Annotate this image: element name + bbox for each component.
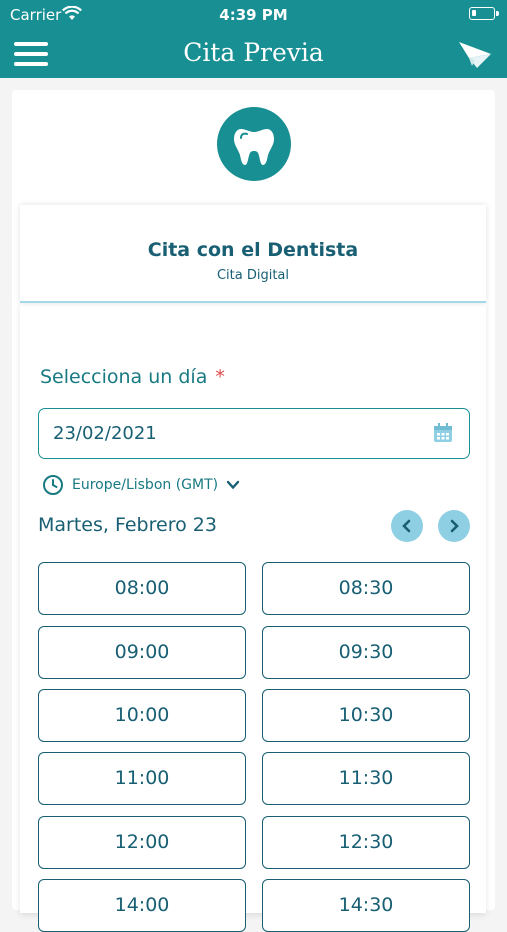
appointment-card: Cita con el Dentista Cita Digital Selecc…	[12, 90, 495, 932]
service-title: Cita con el Dentista	[147, 239, 359, 261]
clock-icon	[43, 475, 63, 495]
time-slot-button[interactable]: 09:30	[262, 626, 470, 679]
selected-day-title: Martes, Febrero 23	[38, 514, 217, 536]
required-mark: *	[215, 366, 225, 388]
select-day-text: Selecciona un día	[40, 366, 208, 388]
time-slot-button[interactable]: 12:00	[38, 816, 246, 869]
next-day-button[interactable]	[438, 510, 470, 542]
previous-day-button[interactable]	[391, 510, 423, 542]
time-slot-button[interactable]: 08:30	[262, 562, 470, 615]
select-day-label: Selecciona un día *	[40, 366, 225, 388]
time-slot-button[interactable]: 08:00	[38, 562, 246, 615]
time-slot-button[interactable]: 11:30	[262, 752, 470, 805]
timezone-label: Europe/Lisbon (GMT)	[72, 477, 219, 493]
time-slot-button[interactable]: 10:00	[38, 689, 246, 742]
clock-time: 4:39 PM	[219, 6, 288, 24]
nav-bar: Cita Previa	[0, 30, 507, 78]
battery-icon	[469, 7, 499, 20]
tooth-icon	[217, 107, 291, 181]
date-field[interactable]: 23/02/2021	[38, 408, 470, 459]
page-title: Cita Previa	[183, 38, 324, 67]
service-subtitle: Cita Digital	[216, 268, 290, 283]
time-slot-button[interactable]: 10:30	[262, 689, 470, 742]
status-bar: Carrier 4:39 PM	[0, 0, 507, 30]
time-slot-button[interactable]: 09:00	[38, 626, 246, 679]
date-value: 23/02/2021	[53, 423, 157, 444]
time-slot-button[interactable]: 14:30	[262, 879, 470, 932]
time-slot-button[interactable]: 11:00	[38, 752, 246, 805]
chevron-left-icon	[402, 519, 411, 533]
chevron-down-icon	[226, 480, 240, 490]
paper-plane-icon[interactable]	[457, 36, 493, 72]
calendar-icon[interactable]	[433, 423, 453, 443]
time-slot-button[interactable]: 14:00	[38, 879, 246, 932]
chevron-right-icon	[450, 519, 459, 533]
service-header: Cita con el Dentista Cita Digital	[20, 205, 486, 303]
time-slot-button[interactable]: 12:30	[262, 816, 470, 869]
